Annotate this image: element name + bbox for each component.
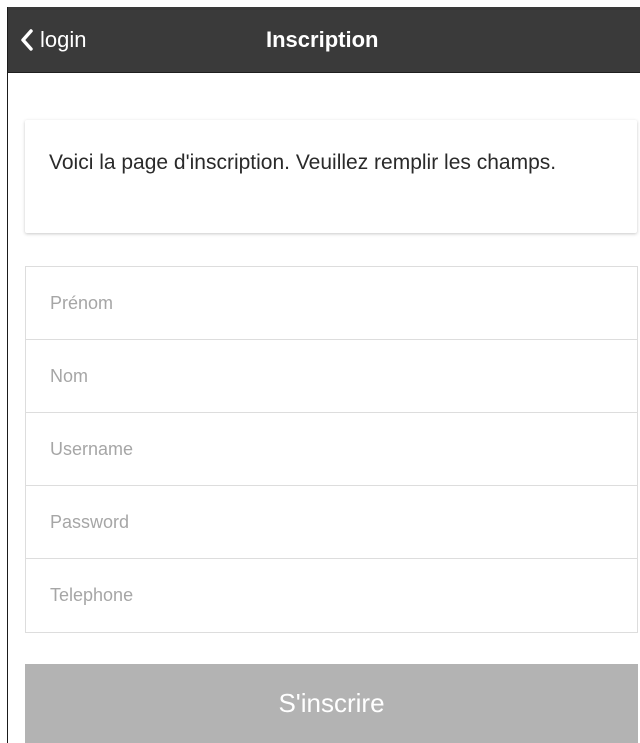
page-title: Inscription [266, 27, 379, 52]
password-row [26, 486, 637, 559]
telephone-input[interactable] [26, 559, 637, 632]
back-button[interactable]: login [20, 7, 86, 73]
signup-button[interactable]: S'inscrire [25, 664, 638, 743]
first-name-input[interactable] [26, 267, 637, 339]
info-card: Voici la page d'inscription. Veuillez re… [25, 120, 637, 233]
username-input[interactable] [26, 413, 637, 485]
nav-bar: login Inscription [8, 7, 640, 73]
back-button-label: login [40, 27, 87, 52]
telephone-row [26, 559, 637, 632]
username-row [26, 413, 637, 486]
info-text: Voici la page d'inscription. Veuillez re… [49, 151, 557, 174]
chevron-left-icon [20, 29, 34, 51]
app-frame: login Inscription Voici la page d'inscri… [7, 7, 640, 743]
signup-form [25, 266, 638, 633]
last-name-row [26, 340, 637, 413]
password-input[interactable] [26, 486, 637, 558]
first-name-row [26, 267, 637, 340]
last-name-input[interactable] [26, 340, 637, 412]
